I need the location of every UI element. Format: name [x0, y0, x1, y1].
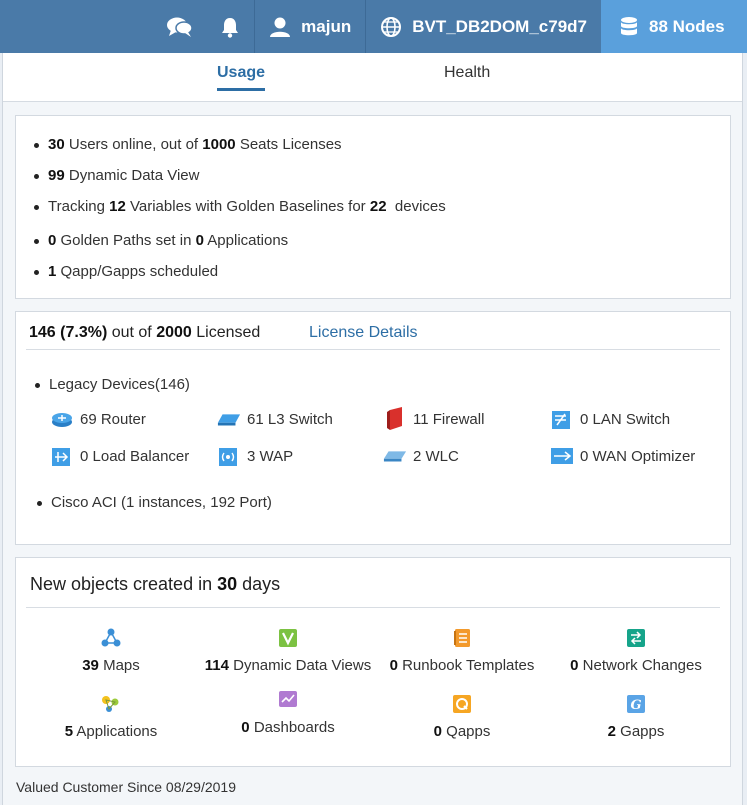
domain-name: BVT_DB2DOM_c79d7	[412, 16, 587, 36]
license-card: 146 (7.3%) out of 2000 Licensed License …	[15, 311, 731, 545]
new-objects-card: New objects created in 30 days 39 Maps 1…	[15, 557, 731, 767]
license-details-link[interactable]: License Details	[309, 324, 418, 342]
object-dynamic-data-views[interactable]: 114 Dynamic Data Views	[198, 628, 378, 674]
list-item: 30 Users online, out of 1000 Seats Licen…	[34, 136, 446, 167]
user-menu[interactable]: majun	[254, 0, 365, 53]
device-load-balancer[interactable]: 0 Load Balancer	[50, 446, 189, 466]
object-network-changes[interactable]: 0 Network Changes	[546, 628, 726, 674]
tab-health[interactable]: Health	[444, 64, 490, 88]
device-wap[interactable]: 3 WAP	[217, 446, 293, 466]
dashboards-icon	[278, 690, 298, 710]
chat-button[interactable]	[153, 0, 207, 53]
usage-summary-card: 30 Users online, out of 1000 Seats Licen…	[15, 115, 731, 299]
tab-bar: Usage Health	[3, 53, 742, 102]
device-wlc[interactable]: 2 WLC	[383, 446, 459, 466]
list-item: 0 Golden Paths set in 0 Applications	[34, 232, 446, 263]
cisco-aci-label: Cisco ACI (1 instances, 192 Port)	[37, 494, 272, 511]
svg-text:G: G	[630, 698, 641, 713]
user-name: majun	[301, 16, 352, 36]
nodes-count: 88 Nodes	[649, 16, 725, 36]
divider	[26, 607, 720, 608]
device-lan-switch[interactable]: 0 LAN Switch	[550, 409, 670, 429]
gapps-icon: G	[626, 694, 646, 714]
nodes-button[interactable]: 88 Nodes	[601, 0, 747, 53]
license-summary: 146 (7.3%) out of 2000 Licensed	[29, 324, 261, 341]
device-l3-switch[interactable]: 61 L3 Switch	[217, 409, 333, 429]
router-icon	[50, 409, 74, 429]
lan-switch-icon	[550, 409, 574, 429]
list-item: 99 Dynamic Data View	[34, 167, 446, 198]
chat-icon	[166, 16, 194, 38]
bell-icon	[220, 16, 240, 38]
wan-optimizer-icon	[550, 446, 574, 466]
usage-stats-list: 30 Users online, out of 1000 Seats Licen…	[34, 136, 446, 294]
user-icon	[269, 16, 291, 38]
ddv-icon	[278, 628, 298, 648]
customer-since-footer: Valued Customer Since 08/29/2019	[16, 779, 236, 795]
list-item: 1 Qapp/Gapps scheduled	[34, 263, 446, 294]
main-panel: Usage Health 30 Users online, out of 100…	[2, 53, 743, 805]
network-changes-icon	[626, 628, 646, 648]
load-balancer-icon	[50, 446, 74, 466]
notifications-button[interactable]	[207, 0, 254, 53]
wap-icon	[217, 446, 241, 466]
qapps-icon	[452, 694, 472, 714]
divider	[26, 349, 720, 350]
object-maps[interactable]: 39 Maps	[21, 628, 201, 674]
applications-icon	[100, 694, 122, 714]
runbook-icon	[453, 628, 471, 648]
l3-switch-icon	[217, 409, 241, 429]
new-objects-title: New objects created in 30 days	[30, 574, 281, 594]
firewall-icon	[383, 407, 407, 430]
database-icon	[619, 16, 639, 38]
object-qapps[interactable]: 0 Qapps	[372, 694, 552, 740]
wlc-icon	[383, 446, 407, 466]
object-applications[interactable]: 5 Applications	[21, 694, 201, 740]
globe-icon	[380, 16, 402, 38]
list-item: Tracking 12 Variables with Golden Baseli…	[34, 198, 446, 229]
top-bar: majun BVT_DB2DOM_c79d7 88 Nodes	[0, 0, 747, 53]
object-gapps[interactable]: G 2 Gapps	[546, 694, 726, 740]
legacy-devices-label: Legacy Devices(146)	[35, 376, 190, 393]
device-wan-optimizer[interactable]: 0 WAN Optimizer	[550, 446, 695, 466]
maps-icon	[100, 628, 122, 648]
device-firewall[interactable]: 11 Firewall	[383, 407, 484, 430]
object-runbook-templates[interactable]: 0 Runbook Templates	[372, 628, 552, 674]
device-router[interactable]: 69 Router	[50, 409, 146, 429]
domain-selector[interactable]: BVT_DB2DOM_c79d7	[365, 0, 601, 53]
object-dashboards[interactable]: 0 Dashboards	[198, 690, 378, 736]
tab-usage[interactable]: Usage	[217, 64, 266, 91]
